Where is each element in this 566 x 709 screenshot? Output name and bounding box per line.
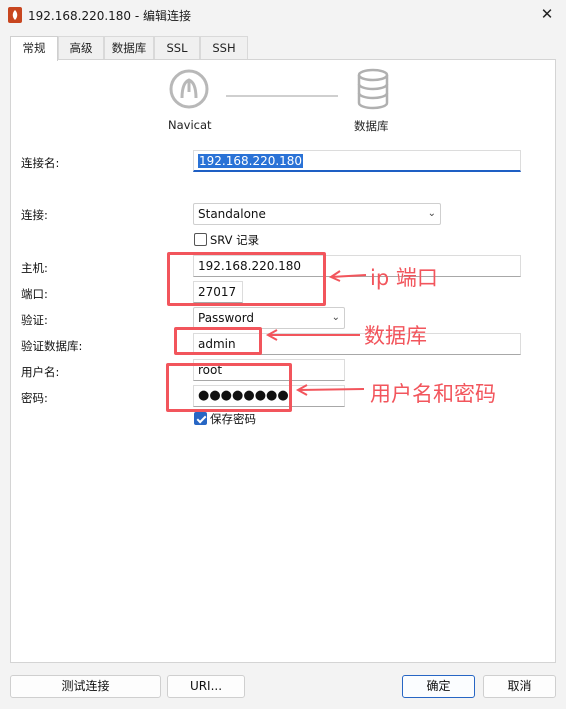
- connection-banner: [14, 61, 555, 133]
- user-pass-annotation: 用户名和密码: [370, 382, 496, 406]
- user-pass-highlight: [166, 363, 292, 412]
- navicat-logo-icon: [169, 69, 209, 109]
- arrow-left-icon: [265, 329, 360, 341]
- tab-general[interactable]: 常规: [10, 36, 58, 61]
- navicat-label: Navicat: [168, 118, 212, 132]
- chevron-down-icon: ⌄: [331, 312, 340, 323]
- auth-value: Password: [198, 311, 255, 325]
- ok-button[interactable]: 确定: [402, 675, 475, 698]
- auth-label: 验证:: [21, 313, 48, 327]
- save-password-checkbox[interactable]: [194, 412, 207, 425]
- database-label: 数据库: [354, 119, 389, 133]
- cancel-button[interactable]: 取消: [483, 675, 556, 698]
- connection-type-value: Standalone: [198, 207, 266, 221]
- password-label: 密码:: [21, 391, 48, 405]
- save-password-label: 保存密码: [210, 412, 256, 426]
- connection-name-input[interactable]: 192.168.220.180: [193, 150, 521, 172]
- database-highlight: [174, 327, 262, 355]
- connection-type-select[interactable]: Standalone ⌄: [193, 203, 441, 225]
- ip-port-annotation: ip 端口: [370, 266, 438, 290]
- auth-db-label: 验证数据库:: [21, 339, 83, 353]
- arrow-left-icon: [295, 384, 365, 396]
- port-label: 端口:: [21, 287, 48, 301]
- tab-advanced[interactable]: 高级: [58, 36, 104, 60]
- chevron-down-icon: ⌄: [427, 208, 436, 219]
- connection-type-label: 连接:: [21, 208, 48, 222]
- srv-record-checkbox[interactable]: [194, 233, 207, 246]
- srv-record-label: SRV 记录: [210, 233, 260, 247]
- arrow-left-icon: [328, 270, 367, 282]
- host-label: 主机:: [21, 261, 48, 275]
- connection-name-value: 192.168.220.180: [198, 154, 304, 168]
- database-icon: [357, 68, 389, 110]
- title-bar: 192.168.220.180 - 编辑连接 ✕: [0, 0, 566, 30]
- ip-port-highlight: [167, 252, 326, 306]
- database-annotation: 数据库: [364, 324, 427, 348]
- auth-select[interactable]: Password ⌄: [193, 307, 345, 329]
- tab-ssl[interactable]: SSL: [154, 36, 200, 60]
- navicat-app-icon: [8, 7, 22, 23]
- connector-line: [226, 95, 338, 97]
- tab-database[interactable]: 数据库: [104, 36, 154, 60]
- uri-button[interactable]: URI...: [167, 675, 245, 698]
- close-icon[interactable]: ✕: [536, 4, 558, 24]
- connection-name-label: 连接名:: [21, 156, 60, 170]
- test-connection-button[interactable]: 测试连接: [10, 675, 161, 698]
- username-label: 用户名:: [21, 365, 60, 379]
- window-title: 192.168.220.180 - 编辑连接: [28, 9, 192, 23]
- tab-ssh[interactable]: SSH: [200, 36, 248, 60]
